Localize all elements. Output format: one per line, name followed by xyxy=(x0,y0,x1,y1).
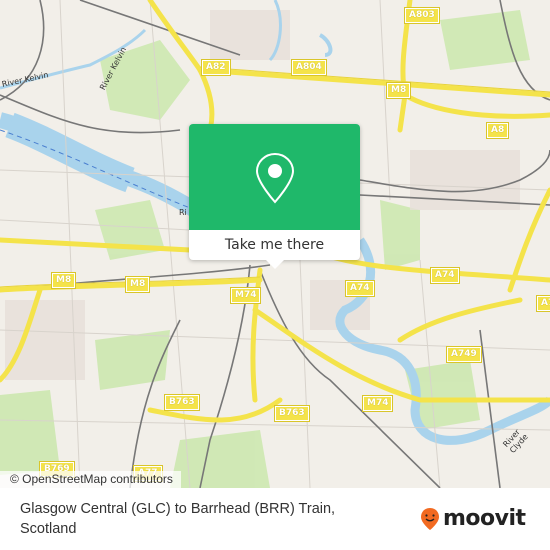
road-label-m74: M74 xyxy=(229,287,262,304)
popup-pointer xyxy=(266,260,284,269)
road-label-a749: A749 xyxy=(446,346,482,363)
moovit-pin-icon xyxy=(421,508,439,530)
road-label-a803: A803 xyxy=(404,7,440,24)
road-label-b763: B763 xyxy=(164,394,200,411)
road-label-a82: A82 xyxy=(201,59,231,76)
moovit-wordmark: moovit xyxy=(443,506,526,531)
route-title: Glasgow Central (GLC) to Barrhead (BRR) … xyxy=(20,501,336,537)
road-label-a74: A74 xyxy=(536,295,550,312)
take-me-there-button[interactable]: Take me there xyxy=(189,230,360,260)
road-label-a804: A804 xyxy=(291,59,327,76)
road-label-a74: A74 xyxy=(430,267,460,284)
destination-popup: Take me there xyxy=(189,124,360,269)
map[interactable]: A82 A804 A803 M8 A8 M8 M8 M74 A74 A74 A7… xyxy=(0,0,550,488)
location-pin-icon xyxy=(255,152,295,204)
road-label-a8: A8 xyxy=(485,122,510,139)
road-label-m74: M74 xyxy=(361,395,394,412)
road-label-m8: M8 xyxy=(50,272,77,289)
water-label-river-clyde: Ri xyxy=(179,208,187,217)
road-label-m8: M8 xyxy=(124,276,151,293)
road-label-m8: M8 xyxy=(385,82,412,99)
popup-header xyxy=(189,124,360,230)
road-label-b763: B763 xyxy=(274,405,310,422)
moovit-logo[interactable]: moovit xyxy=(420,507,526,531)
footer: Glasgow Central (GLC) to Barrhead (BRR) … xyxy=(0,488,550,550)
road-label-a74: A74 xyxy=(345,280,375,297)
map-attribution[interactable]: © OpenStreetMap contributors xyxy=(0,471,181,488)
